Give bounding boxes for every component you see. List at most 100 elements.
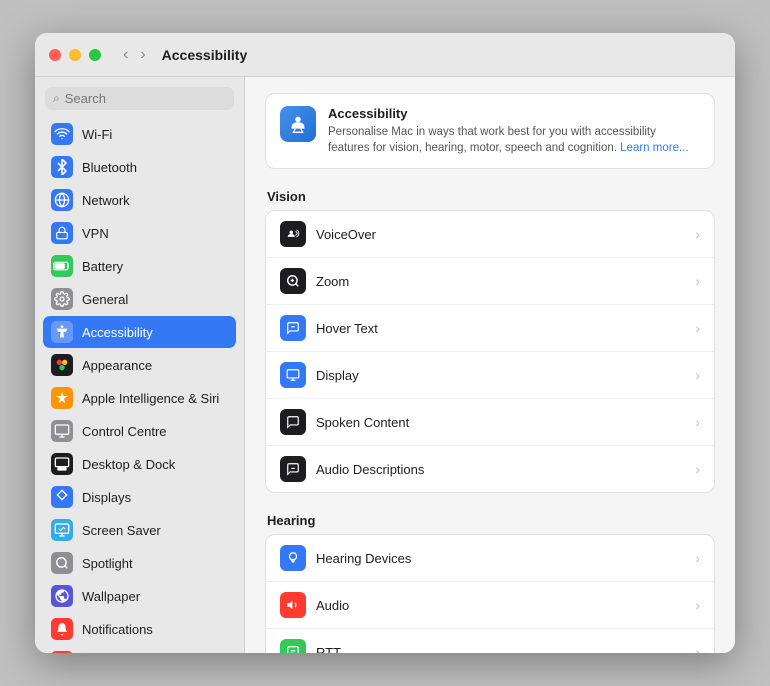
spotlight-label: Spotlight xyxy=(82,556,133,571)
back-button[interactable]: ‹ xyxy=(119,45,132,65)
apple-intelligence-icon xyxy=(51,387,73,409)
wallpaper-label: Wallpaper xyxy=(82,589,140,604)
close-button[interactable] xyxy=(49,49,61,61)
control-centre-label: Control Centre xyxy=(82,424,167,439)
settings-group-hearing: Hearing Devices›Audio› RTT › xyxy=(265,534,715,653)
bluetooth-label: Bluetooth xyxy=(82,160,137,175)
sidebar-item-notifications[interactable]: Notifications xyxy=(43,613,236,645)
nav-buttons: ‹ › xyxy=(119,45,150,65)
titlebar: ‹ › Accessibility xyxy=(35,33,735,77)
content-area: ⌕ Wi-Fi Bluetooth Network VPN Battery General… xyxy=(35,77,735,653)
settings-row-audio-descriptions[interactable]: Audio Descriptions › xyxy=(266,446,714,492)
audio-descriptions-icon xyxy=(280,456,306,482)
wifi-label: Wi-Fi xyxy=(82,127,112,142)
vpn-label: VPN xyxy=(82,226,109,241)
sidebar-item-bluetooth[interactable]: Bluetooth xyxy=(43,151,236,183)
voiceover-label: VoiceOver xyxy=(316,227,685,242)
hearing-devices-chevron: › xyxy=(695,550,700,566)
sidebar-item-general[interactable]: General xyxy=(43,283,236,315)
displays-label: Displays xyxy=(82,490,131,505)
control-centre-icon xyxy=(51,420,73,442)
wallpaper-icon xyxy=(51,585,73,607)
hover-text-icon xyxy=(280,315,306,341)
desktop-dock-label: Desktop & Dock xyxy=(82,457,175,472)
window-title: Accessibility xyxy=(162,47,248,63)
search-input[interactable] xyxy=(65,91,226,106)
audio-descriptions-label: Audio Descriptions xyxy=(316,462,685,477)
settings-row-rtt[interactable]: RTT › xyxy=(266,629,714,653)
sidebar-item-spotlight[interactable]: Spotlight xyxy=(43,547,236,579)
notifications-label: Notifications xyxy=(82,622,153,637)
settings-row-voiceover[interactable]: VoiceOver › xyxy=(266,211,714,258)
sections-container: Vision VoiceOver › Zoom › Hover Text › Display ›… xyxy=(265,189,715,653)
general-icon xyxy=(51,288,73,310)
search-box[interactable]: ⌕ xyxy=(45,87,234,110)
maximize-button[interactable] xyxy=(89,49,101,61)
sidebar-item-accessibility[interactable]: Accessibility xyxy=(43,316,236,348)
sidebar-item-network[interactable]: Network xyxy=(43,184,236,216)
audio-chevron: › xyxy=(695,597,700,613)
sidebar-item-vpn[interactable]: VPN xyxy=(43,217,236,249)
search-icon: ⌕ xyxy=(53,91,60,106)
voiceover-icon xyxy=(280,221,306,247)
audio-descriptions-chevron: › xyxy=(695,461,700,477)
minimize-button[interactable] xyxy=(69,49,81,61)
rtt-label: RTT xyxy=(316,645,685,653)
sidebar-item-wifi[interactable]: Wi-Fi xyxy=(43,118,236,150)
spotlight-icon xyxy=(51,552,73,574)
sidebar-item-wallpaper[interactable]: Wallpaper xyxy=(43,580,236,612)
screen-saver-label: Screen Saver xyxy=(82,523,161,538)
general-label: General xyxy=(82,292,128,307)
sidebar: ⌕ Wi-Fi Bluetooth Network VPN Battery General… xyxy=(35,77,245,653)
learn-more-link[interactable]: Learn more... xyxy=(620,142,688,154)
zoom-icon xyxy=(280,268,306,294)
hover-text-chevron: › xyxy=(695,320,700,336)
display-chevron: › xyxy=(695,367,700,383)
voiceover-chevron: › xyxy=(695,226,700,242)
forward-button[interactable]: › xyxy=(136,45,149,65)
sidebar-item-control-centre[interactable]: Control Centre xyxy=(43,415,236,447)
sidebar-item-appearance[interactable]: Appearance xyxy=(43,349,236,381)
displays-icon xyxy=(51,486,73,508)
search-container: ⌕ xyxy=(35,77,244,118)
screen-saver-icon xyxy=(51,519,73,541)
sidebar-item-screen-saver[interactable]: Screen Saver xyxy=(43,514,236,546)
apple-intelligence-label: Apple Intelligence & Siri xyxy=(82,391,219,406)
settings-row-spoken-content[interactable]: Spoken Content › xyxy=(266,399,714,446)
settings-row-hover-text[interactable]: Hover Text › xyxy=(266,305,714,352)
settings-row-hearing-devices[interactable]: Hearing Devices› xyxy=(266,535,714,582)
sidebar-item-apple-intelligence[interactable]: Apple Intelligence & Siri xyxy=(43,382,236,414)
sidebar-item-battery[interactable]: Battery xyxy=(43,250,236,282)
header-title: Accessibility xyxy=(328,106,700,121)
settings-row-display[interactable]: Display › xyxy=(266,352,714,399)
sidebar-item-desktop-dock[interactable]: Desktop & Dock xyxy=(43,448,236,480)
section-title-hearing: Hearing xyxy=(265,513,715,528)
header-card: Accessibility Personalise Mac in ways th… xyxy=(265,93,715,169)
main-panel: Accessibility Personalise Mac in ways th… xyxy=(245,77,735,653)
desktop-dock-icon xyxy=(51,453,73,475)
network-label: Network xyxy=(82,193,130,208)
hover-text-label: Hover Text xyxy=(316,321,685,336)
system-preferences-window: ‹ › Accessibility ⌕ Wi-Fi Bluetooth Networ… xyxy=(35,33,735,653)
zoom-chevron: › xyxy=(695,273,700,289)
accessibility-label: Accessibility xyxy=(82,325,153,340)
section-title-vision: Vision xyxy=(265,189,715,204)
sound-icon xyxy=(51,651,73,653)
zoom-label: Zoom xyxy=(316,274,685,289)
vpn-icon xyxy=(51,222,73,244)
network-icon xyxy=(51,189,73,211)
appearance-icon xyxy=(51,354,73,376)
bluetooth-icon xyxy=(51,156,73,178)
spoken-content-chevron: › xyxy=(695,414,700,430)
sidebar-item-sound[interactable]: Sound xyxy=(43,646,236,653)
accessibility-icon xyxy=(51,321,73,343)
spoken-content-label: Spoken Content xyxy=(316,415,685,430)
rtt-chevron: › xyxy=(695,644,700,653)
sidebar-item-displays[interactable]: Displays xyxy=(43,481,236,513)
settings-row-zoom[interactable]: Zoom › xyxy=(266,258,714,305)
header-description: Personalise Mac in ways that work best f… xyxy=(328,124,700,156)
display-label: Display xyxy=(316,368,685,383)
header-icon xyxy=(280,106,316,142)
header-text-area: Accessibility Personalise Mac in ways th… xyxy=(328,106,700,156)
settings-row-audio[interactable]: Audio› xyxy=(266,582,714,629)
